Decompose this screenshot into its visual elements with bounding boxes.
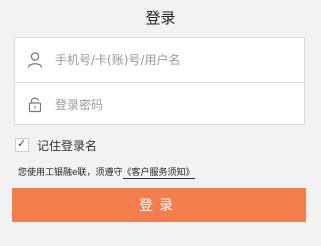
password-input[interactable] xyxy=(55,83,295,126)
username-row xyxy=(15,38,304,82)
terms-notice: 您使用工银融e联，须遵守《客户服务须知》 xyxy=(18,165,195,179)
username-input[interactable] xyxy=(55,38,295,82)
terms-link[interactable]: 《客户服务须知》 xyxy=(122,168,195,179)
page-title: 登录 xyxy=(145,9,176,27)
checkmark-icon: ✓ xyxy=(17,137,27,150)
lock-icon xyxy=(26,95,44,113)
remember-login[interactable]: ✓ 记住登录名 xyxy=(15,137,97,153)
password-row xyxy=(15,82,304,126)
user-icon xyxy=(26,51,44,69)
remember-checkbox[interactable]: ✓ xyxy=(15,137,29,152)
remember-label: 记住登录名 xyxy=(37,138,98,153)
terms-notice-text: 您使用工银融e联，须遵守 xyxy=(18,168,123,178)
login-button[interactable]: 登录 xyxy=(12,188,306,222)
login-form xyxy=(14,37,305,126)
